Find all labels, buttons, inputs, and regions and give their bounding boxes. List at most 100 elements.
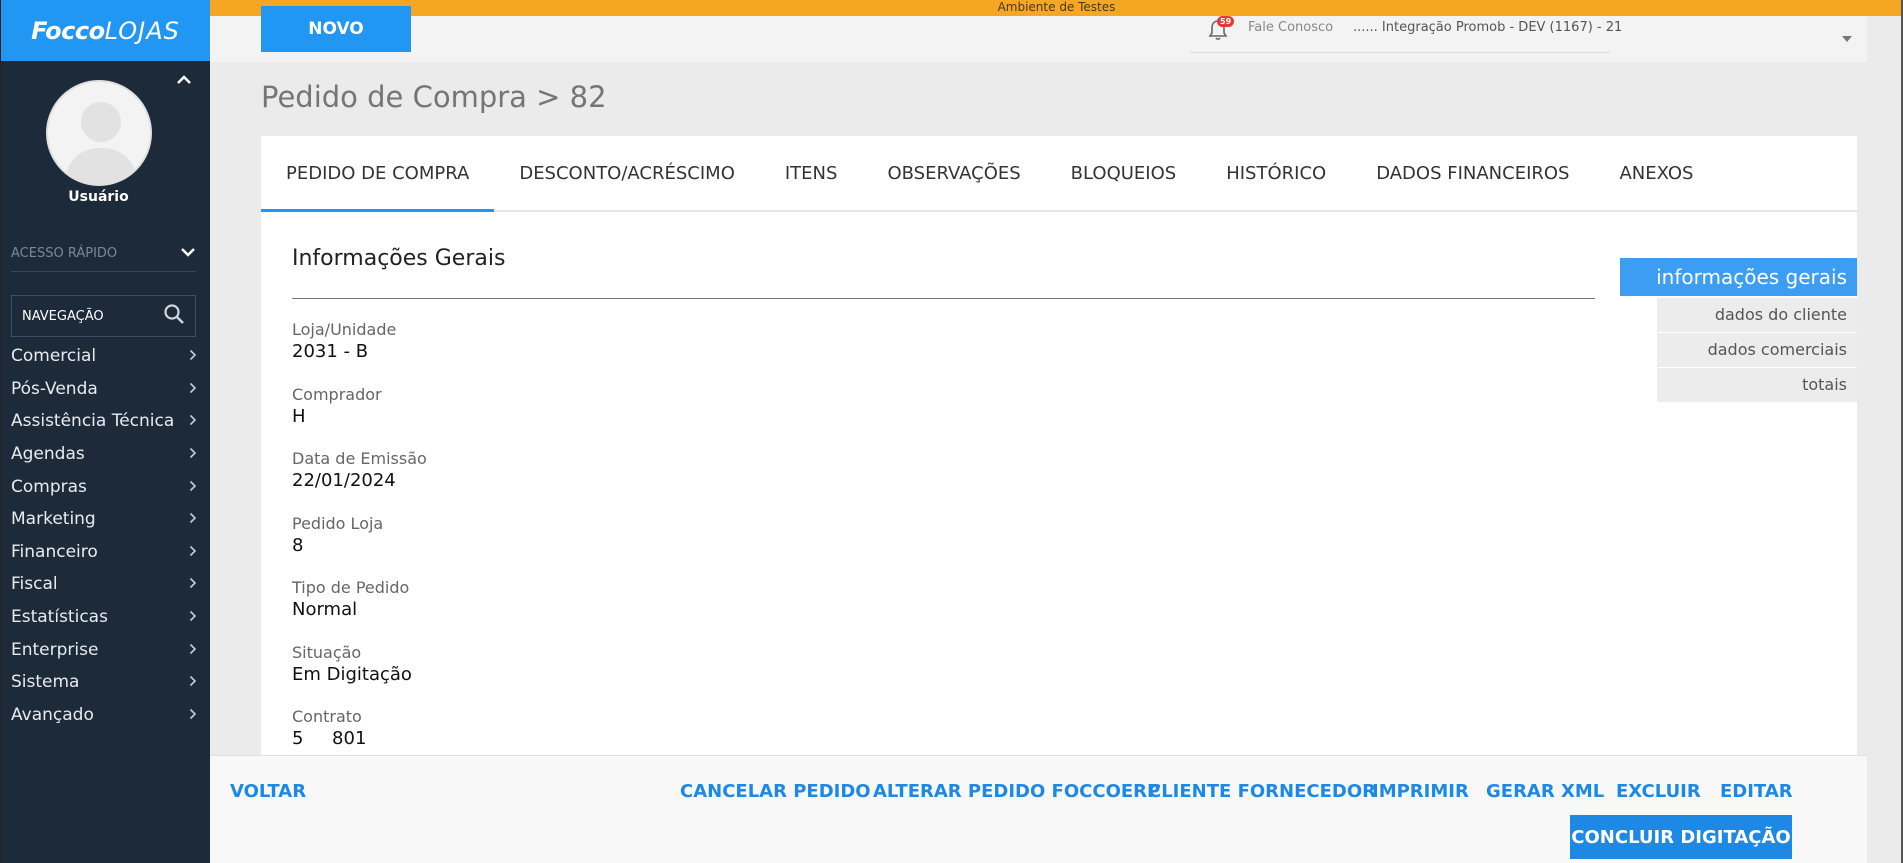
- field-data-emissao: Data de Emissão 22/01/2024: [292, 449, 427, 514]
- sidebar-item[interactable]: Avançado: [11, 699, 201, 732]
- contact-link[interactable]: Fale Conosco: [1248, 20, 1333, 35]
- chevron-right-icon: [189, 509, 197, 529]
- sidebar-item-label: Comercial: [11, 346, 97, 367]
- search-icon[interactable]: [163, 303, 185, 329]
- chevron-right-icon: [189, 574, 197, 594]
- sidebar-item[interactable]: Comercial: [11, 340, 201, 373]
- chevron-right-icon: [189, 411, 197, 431]
- field-value: 2031 - B: [292, 341, 369, 362]
- section-nav-totais[interactable]: totais: [1657, 368, 1857, 402]
- sidebar-item-label: Enterprise: [11, 639, 99, 660]
- chevron-right-icon: [189, 444, 197, 464]
- chevron-down-icon: [180, 246, 196, 261]
- section-nav-dados-cliente[interactable]: dados do cliente: [1657, 298, 1857, 332]
- back-button[interactable]: VOLTAR: [230, 781, 306, 802]
- navigation-search[interactable]: NAVEGAÇÃO: [11, 295, 196, 337]
- generate-xml-button[interactable]: GERAR XML: [1486, 781, 1604, 802]
- avatar: [46, 80, 152, 186]
- tab-historico[interactable]: HISTÓRICO: [1201, 136, 1351, 210]
- field-value: Normal: [292, 599, 358, 620]
- sidebar-item-label: Pós-Venda: [11, 378, 98, 399]
- tab-anexos[interactable]: ANEXOS: [1594, 136, 1718, 210]
- field-value: 5 801: [292, 728, 367, 749]
- sidebar-item[interactable]: Compras: [11, 470, 201, 503]
- sidebar-item[interactable]: Marketing: [11, 503, 201, 536]
- section-divider: [292, 298, 1595, 299]
- sidebar-item-label: Sistema: [11, 672, 80, 693]
- tab-itens[interactable]: ITENS: [760, 136, 863, 210]
- alter-order-button[interactable]: ALTERAR PEDIDO FOCCOERP: [873, 781, 1160, 802]
- field-loja-unidade: Loja/Unidade 2031 - B: [292, 320, 427, 385]
- cancel-order-button[interactable]: CANCELAR PEDIDO: [680, 781, 871, 802]
- sidebar-item[interactable]: Enterprise: [11, 633, 201, 666]
- sidebar-item-label: Compras: [11, 476, 87, 497]
- sidebar-item-label: Fiscal: [11, 574, 58, 595]
- chevron-right-icon: [189, 705, 197, 725]
- field-list: Loja/Unidade 2031 - B Comprador H Data d…: [292, 320, 427, 755]
- section-title: Informações Gerais: [292, 246, 506, 271]
- edit-button[interactable]: EDITAR: [1720, 781, 1793, 802]
- caret-down-icon[interactable]: [1842, 28, 1852, 42]
- print-button[interactable]: IMPRIMIR: [1372, 781, 1469, 802]
- tab-observacoes[interactable]: OBSERVAÇÕES: [862, 136, 1045, 210]
- section-nav-dados-comerciais[interactable]: dados comerciais: [1657, 333, 1857, 367]
- field-label: Tipo de Pedido: [292, 578, 410, 597]
- chevron-right-icon: [189, 542, 197, 562]
- field-value: Em Digitação: [292, 663, 412, 685]
- action-bar: VOLTAR CANCELAR PEDIDO ALTERAR PEDIDO FO…: [210, 755, 1867, 863]
- sidebar-item[interactable]: Assistência Técnica: [11, 405, 201, 438]
- tab-bloqueios[interactable]: BLOQUEIOS: [1046, 136, 1202, 210]
- tab-desconto-acrescimo[interactable]: DESCONTO/ACRÉSCIMO: [494, 136, 760, 210]
- environment-banner: Ambiente de Testes: [210, 0, 1903, 16]
- username: Usuário: [68, 189, 129, 205]
- field-contrato: Contrato 5 801: [292, 707, 427, 755]
- sidebar: Focco LOJAS Usuário ACESSO RÁPIDO NAVEGAÇ…: [0, 0, 210, 863]
- main-content: Informações Gerais Loja/Unidade 2031 - B…: [261, 212, 1857, 755]
- divider: [1190, 52, 1610, 53]
- chevron-right-icon: [189, 477, 197, 497]
- sidebar-item[interactable]: Estatísticas: [11, 601, 201, 634]
- quick-access-toggle[interactable]: ACESSO RÁPIDO: [11, 246, 196, 272]
- field-value: 8: [292, 534, 304, 556]
- navigation-search-label: NAVEGAÇÃO: [22, 308, 104, 324]
- sidebar-item[interactable]: Agendas: [11, 438, 201, 471]
- sidebar-item-label: Assistência Técnica: [11, 411, 175, 432]
- sidebar-item[interactable]: Fiscal: [11, 568, 201, 601]
- sidebar-item[interactable]: Financeiro: [11, 536, 201, 569]
- chevron-right-icon: [189, 640, 197, 660]
- sidebar-item-label: Agendas: [11, 444, 85, 465]
- conclude-button[interactable]: CONCLUIR DIGITAÇÃO: [1570, 815, 1792, 859]
- tab-pedido-de-compra[interactable]: PEDIDO DE COMPRA: [261, 136, 495, 212]
- sidebar-item[interactable]: Sistema: [11, 666, 201, 699]
- field-label: Data de Emissão: [292, 449, 427, 468]
- tab-dados-financeiros[interactable]: DADOS FINANCEIROS: [1351, 136, 1594, 210]
- field-comprador: Comprador H: [292, 385, 427, 450]
- field-pedido-loja: Pedido Loja 8: [292, 514, 427, 579]
- supplier-button[interactable]: CLIENTE FORNECEDOR: [1148, 781, 1376, 802]
- section-nav-informacoes-gerais[interactable]: informações gerais: [1620, 258, 1857, 296]
- tab-bar: PEDIDO DE COMPRA DESCONTO/ACRÉSCIMO ITEN…: [261, 136, 1857, 212]
- collapse-profile-icon[interactable]: [174, 70, 194, 90]
- field-label: Situação: [292, 642, 362, 662]
- environment-selector[interactable]: ...... Integração Promob - DEV (1167) - …: [1353, 20, 1622, 35]
- section-nav: informações gerais dados do cliente dado…: [1620, 258, 1857, 403]
- chevron-right-icon: [189, 379, 197, 399]
- chevron-right-icon: [189, 607, 197, 627]
- field-value: H: [292, 405, 306, 427]
- delete-button[interactable]: EXCLUIR: [1616, 781, 1701, 802]
- app-logo[interactable]: Focco LOJAS: [1, 0, 210, 61]
- sidebar-menu: Comercial Pós-Venda Assistência Técnica …: [11, 340, 201, 731]
- page-title: Pedido de Compra > 82: [261, 80, 607, 114]
- topbar: NOVO 59 Fale Conosco ...... Integração P…: [210, 6, 1867, 62]
- chevron-right-icon: [189, 346, 197, 366]
- new-button[interactable]: NOVO: [261, 6, 411, 52]
- logo-bold: Focco: [31, 16, 105, 45]
- sidebar-item-label: Avançado: [11, 704, 94, 725]
- sidebar-item[interactable]: Pós-Venda: [11, 373, 201, 406]
- chevron-right-icon: [189, 672, 197, 692]
- sidebar-item-label: Marketing: [11, 509, 96, 530]
- field-label: Comprador: [292, 384, 382, 404]
- sidebar-item-label: Estatísticas: [11, 607, 108, 628]
- sidebar-item-label: Financeiro: [11, 541, 98, 562]
- field-label: Contrato: [292, 707, 362, 726]
